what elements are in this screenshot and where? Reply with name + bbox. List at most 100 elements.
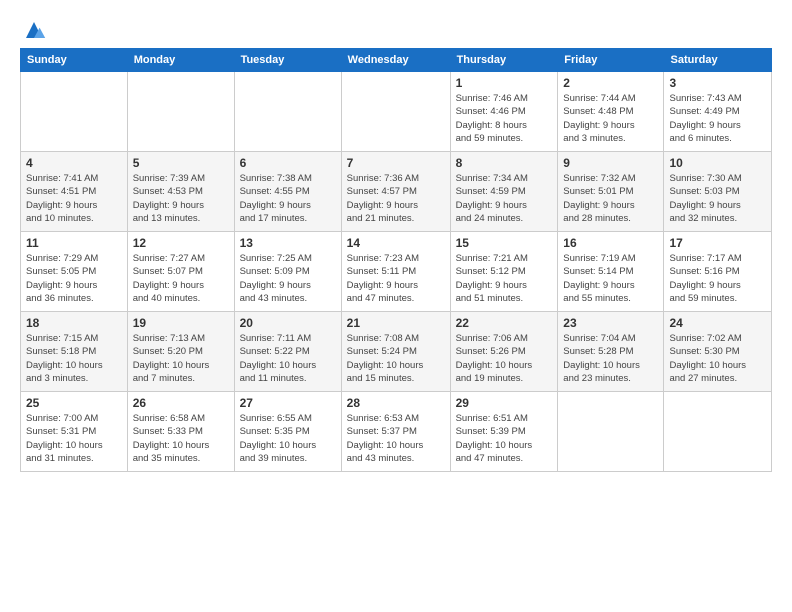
day-info: Sunrise: 7:38 AM Sunset: 4:55 PM Dayligh… xyxy=(240,172,336,225)
day-number: 27 xyxy=(240,396,336,410)
calendar-cell: 27 Sunrise: 6:55 AM Sunset: 5:35 PM Dayli… xyxy=(234,392,341,472)
calendar-week-4: 18 Sunrise: 7:15 AM Sunset: 5:18 PM Dayli… xyxy=(21,312,772,392)
day-number: 6 xyxy=(240,156,336,170)
weekday-header-sunday: Sunday xyxy=(21,49,128,72)
day-number: 9 xyxy=(563,156,658,170)
calendar-cell: 11 Sunrise: 7:29 AM Sunset: 5:05 PM Dayli… xyxy=(21,232,128,312)
day-number: 18 xyxy=(26,316,122,330)
day-info: Sunrise: 7:44 AM Sunset: 4:48 PM Dayligh… xyxy=(563,92,658,145)
calendar-cell xyxy=(234,72,341,152)
calendar-cell: 28Sunrise: 6:53 AM Sunset: 5:37 PM Dayli… xyxy=(341,392,450,472)
calendar-cell: 7 Sunrise: 7:36 AM Sunset: 4:57 PM Daylig… xyxy=(341,152,450,232)
weekday-header-monday: Monday xyxy=(127,49,234,72)
day-info: Sunrise: 7:34 AM Sunset: 4:59 PM Dayligh… xyxy=(456,172,553,225)
logo-icon xyxy=(22,18,46,42)
calendar-cell: 18 Sunrise: 7:15 AM Sunset: 5:18 PM Dayli… xyxy=(21,312,128,392)
day-number: 5 xyxy=(133,156,229,170)
weekday-header-tuesday: Tuesday xyxy=(234,49,341,72)
day-number: 2 xyxy=(563,76,658,90)
day-number: 12 xyxy=(133,236,229,250)
day-number: 7 xyxy=(347,156,445,170)
day-info: Sunrise: 6:51 AM Sunset: 5:39 PM Dayligh… xyxy=(456,412,553,465)
day-number: 20 xyxy=(240,316,336,330)
calendar-cell: 13 Sunrise: 7:25 AM Sunset: 5:09 PM Dayli… xyxy=(234,232,341,312)
calendar-cell: 29 Sunrise: 6:51 AM Sunset: 5:39 PM Dayli… xyxy=(450,392,558,472)
calendar-week-2: 4 Sunrise: 7:41 AM Sunset: 4:51 PM Daylig… xyxy=(21,152,772,232)
calendar-cell: 24 Sunrise: 7:02 AM Sunset: 5:30 PM Dayli… xyxy=(664,312,772,392)
day-info: Sunrise: 7:43 AM Sunset: 4:49 PM Dayligh… xyxy=(669,92,766,145)
calendar-cell xyxy=(664,392,772,472)
day-number: 25 xyxy=(26,396,122,410)
day-info: Sunrise: 7:17 AM Sunset: 5:16 PM Dayligh… xyxy=(669,252,766,305)
day-info: Sunrise: 7:19 AM Sunset: 5:14 PM Dayligh… xyxy=(563,252,658,305)
calendar-cell: 15 Sunrise: 7:21 AM Sunset: 5:12 PM Dayli… xyxy=(450,232,558,312)
header xyxy=(20,18,772,42)
day-number: 26 xyxy=(133,396,229,410)
day-info: Sunrise: 7:08 AM Sunset: 5:24 PM Dayligh… xyxy=(347,332,445,385)
weekday-header-saturday: Saturday xyxy=(664,49,772,72)
day-info: Sunrise: 7:11 AM Sunset: 5:22 PM Dayligh… xyxy=(240,332,336,385)
calendar-cell: 14Sunrise: 7:23 AM Sunset: 5:11 PM Dayli… xyxy=(341,232,450,312)
day-info: Sunrise: 7:13 AM Sunset: 5:20 PM Dayligh… xyxy=(133,332,229,385)
day-number: 19 xyxy=(133,316,229,330)
calendar-cell: 16 Sunrise: 7:19 AM Sunset: 5:14 PM Dayli… xyxy=(558,232,664,312)
day-number: 11 xyxy=(26,236,122,250)
day-number: 24 xyxy=(669,316,766,330)
weekday-header-row: SundayMondayTuesdayWednesdayThursdayFrid… xyxy=(21,49,772,72)
day-info: Sunrise: 7:15 AM Sunset: 5:18 PM Dayligh… xyxy=(26,332,122,385)
day-number: 23 xyxy=(563,316,658,330)
calendar-cell: 6 Sunrise: 7:38 AM Sunset: 4:55 PM Daylig… xyxy=(234,152,341,232)
calendar-cell: 26 Sunrise: 6:58 AM Sunset: 5:33 PM Dayli… xyxy=(127,392,234,472)
calendar-week-5: 25 Sunrise: 7:00 AM Sunset: 5:31 PM Dayli… xyxy=(21,392,772,472)
calendar-cell xyxy=(558,392,664,472)
day-info: Sunrise: 7:23 AM Sunset: 5:11 PM Dayligh… xyxy=(347,252,445,305)
calendar-cell: 21 Sunrise: 7:08 AM Sunset: 5:24 PM Dayli… xyxy=(341,312,450,392)
calendar-cell: 4 Sunrise: 7:41 AM Sunset: 4:51 PM Daylig… xyxy=(21,152,128,232)
day-info: Sunrise: 7:36 AM Sunset: 4:57 PM Dayligh… xyxy=(347,172,445,225)
weekday-header-thursday: Thursday xyxy=(450,49,558,72)
calendar-cell xyxy=(127,72,234,152)
calendar-cell: 10 Sunrise: 7:30 AM Sunset: 5:03 PM Dayli… xyxy=(664,152,772,232)
page: SundayMondayTuesdayWednesdayThursdayFrid… xyxy=(0,0,792,482)
day-number: 15 xyxy=(456,236,553,250)
day-info: Sunrise: 6:55 AM Sunset: 5:35 PM Dayligh… xyxy=(240,412,336,465)
calendar-table: SundayMondayTuesdayWednesdayThursdayFrid… xyxy=(20,48,772,472)
day-info: Sunrise: 7:00 AM Sunset: 5:31 PM Dayligh… xyxy=(26,412,122,465)
day-info: Sunrise: 6:58 AM Sunset: 5:33 PM Dayligh… xyxy=(133,412,229,465)
calendar-cell: 3Sunrise: 7:43 AM Sunset: 4:49 PM Daylig… xyxy=(664,72,772,152)
day-info: Sunrise: 7:04 AM Sunset: 5:28 PM Dayligh… xyxy=(563,332,658,385)
day-info: Sunrise: 7:21 AM Sunset: 5:12 PM Dayligh… xyxy=(456,252,553,305)
calendar-cell: 8Sunrise: 7:34 AM Sunset: 4:59 PM Daylig… xyxy=(450,152,558,232)
day-number: 22 xyxy=(456,316,553,330)
day-number: 13 xyxy=(240,236,336,250)
logo xyxy=(20,18,46,42)
day-info: Sunrise: 7:25 AM Sunset: 5:09 PM Dayligh… xyxy=(240,252,336,305)
day-number: 4 xyxy=(26,156,122,170)
calendar-cell: 22 Sunrise: 7:06 AM Sunset: 5:26 PM Dayli… xyxy=(450,312,558,392)
calendar-cell: 12 Sunrise: 7:27 AM Sunset: 5:07 PM Dayli… xyxy=(127,232,234,312)
day-number: 16 xyxy=(563,236,658,250)
day-number: 29 xyxy=(456,396,553,410)
calendar-cell: 17 Sunrise: 7:17 AM Sunset: 5:16 PM Dayli… xyxy=(664,232,772,312)
day-info: Sunrise: 7:29 AM Sunset: 5:05 PM Dayligh… xyxy=(26,252,122,305)
day-info: Sunrise: 7:02 AM Sunset: 5:30 PM Dayligh… xyxy=(669,332,766,385)
day-info: Sunrise: 7:27 AM Sunset: 5:07 PM Dayligh… xyxy=(133,252,229,305)
calendar-week-1: 1Sunrise: 7:46 AM Sunset: 4:46 PM Daylig… xyxy=(21,72,772,152)
calendar-week-3: 11 Sunrise: 7:29 AM Sunset: 5:05 PM Dayli… xyxy=(21,232,772,312)
weekday-header-friday: Friday xyxy=(558,49,664,72)
day-number: 21 xyxy=(347,316,445,330)
calendar-cell: 20 Sunrise: 7:11 AM Sunset: 5:22 PM Dayli… xyxy=(234,312,341,392)
weekday-header-wednesday: Wednesday xyxy=(341,49,450,72)
calendar-cell: 1Sunrise: 7:46 AM Sunset: 4:46 PM Daylig… xyxy=(450,72,558,152)
day-info: Sunrise: 7:30 AM Sunset: 5:03 PM Dayligh… xyxy=(669,172,766,225)
day-info: Sunrise: 7:41 AM Sunset: 4:51 PM Dayligh… xyxy=(26,172,122,225)
calendar-cell: 19 Sunrise: 7:13 AM Sunset: 5:20 PM Dayli… xyxy=(127,312,234,392)
day-number: 17 xyxy=(669,236,766,250)
day-info: Sunrise: 7:39 AM Sunset: 4:53 PM Dayligh… xyxy=(133,172,229,225)
calendar-cell xyxy=(21,72,128,152)
calendar-cell: 23 Sunrise: 7:04 AM Sunset: 5:28 PM Dayli… xyxy=(558,312,664,392)
calendar-cell: 5 Sunrise: 7:39 AM Sunset: 4:53 PM Daylig… xyxy=(127,152,234,232)
day-info: Sunrise: 7:06 AM Sunset: 5:26 PM Dayligh… xyxy=(456,332,553,385)
day-number: 1 xyxy=(456,76,553,90)
day-number: 10 xyxy=(669,156,766,170)
